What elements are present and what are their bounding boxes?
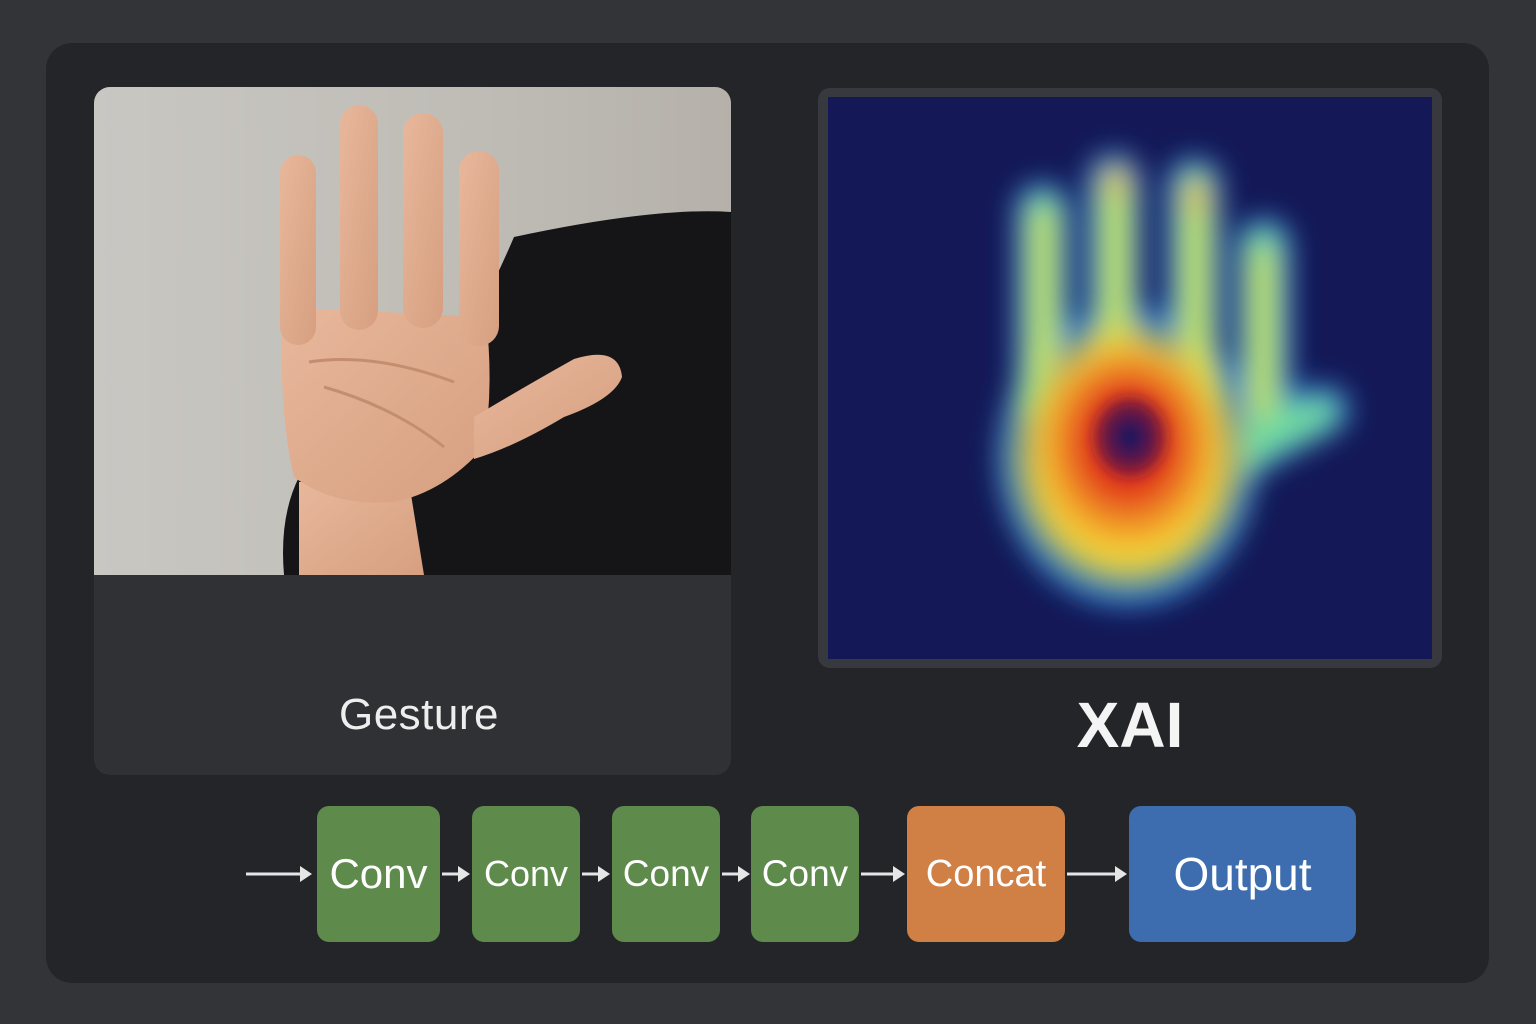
arrow-icon <box>861 866 905 882</box>
gesture-card: Gesture Stop <box>94 87 731 775</box>
arrow-icon <box>246 866 312 882</box>
conv-block-2: Conv <box>472 806 580 942</box>
arrow-icon <box>1067 866 1127 882</box>
xai-heatmap-card <box>818 88 1442 668</box>
gesture-label: Gesture <box>338 690 499 739</box>
conv-block-1: Conv <box>317 806 440 942</box>
arrow-icon <box>442 866 470 882</box>
xai-label: XAI <box>1076 689 1184 761</box>
conv-block-3: Conv <box>612 806 720 942</box>
concat-block: Concat <box>907 806 1065 942</box>
output-block: Output <box>1129 806 1356 942</box>
conv-block-4: Conv <box>751 806 859 942</box>
gesture-value: Stop <box>94 767 731 775</box>
xai-heatmap <box>828 97 1432 659</box>
hand-photo <box>94 87 731 575</box>
arrow-icon <box>722 866 750 882</box>
arrow-icon <box>582 866 610 882</box>
